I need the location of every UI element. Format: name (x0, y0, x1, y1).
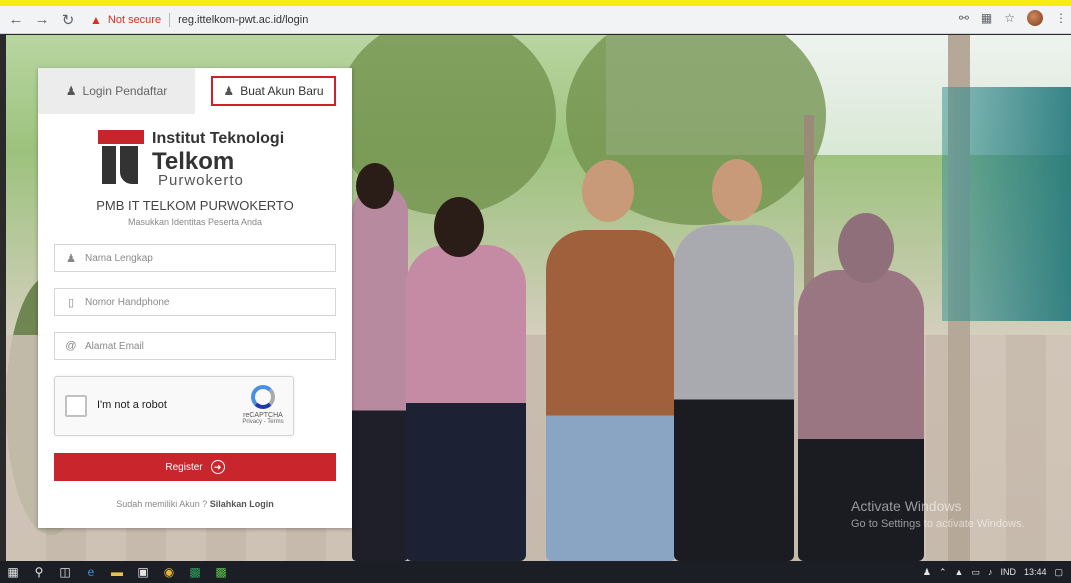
register-button[interactable]: Register ➜ (54, 453, 336, 481)
register-label: Register (165, 461, 203, 473)
activate-windows-watermark: Activate Windows Go to Settings to activ… (851, 497, 1025, 533)
student-head (582, 160, 634, 222)
notification-icon[interactable]: ▢ (1054, 567, 1063, 578)
name-input[interactable] (85, 252, 325, 264)
windows-start-icon[interactable]: ▦ (0, 561, 26, 583)
phone-input[interactable] (85, 296, 325, 308)
key-icon[interactable]: ⚯ (959, 11, 969, 25)
login-link[interactable]: Silahkan Login (210, 499, 274, 509)
browser-toolbar: ← → ↻ ▲ Not secure reg.ittelkom-pwt.ac.i… (0, 6, 1071, 34)
student-figure (352, 185, 408, 561)
recaptcha-widget: I'm not a robot reCAPTCHA Privacy - Term… (54, 376, 294, 436)
auth-tabs: ♟ Login Pendaftar ♟ Buat Akun Baru (38, 68, 352, 114)
profile-avatar[interactable] (1027, 10, 1043, 26)
recaptcha-links[interactable]: Privacy - Terms (235, 419, 291, 425)
app-icon[interactable]: ▩ (208, 561, 234, 583)
login-prompt: Sudah memiliki Akun ? Silahkan Login (38, 499, 352, 509)
store-icon[interactable]: ▣ (130, 561, 156, 583)
file-explorer-icon[interactable]: ▬ (104, 561, 130, 583)
name-field[interactable]: ♟ (54, 244, 336, 272)
recaptcha-branding: reCAPTCHA Privacy - Terms (235, 385, 291, 425)
tab-buat-akun-baru[interactable]: ♟ Buat Akun Baru (195, 68, 352, 114)
menu-icon[interactable]: ⋮ (1055, 11, 1067, 25)
tab-login-label: Login Pendaftar (82, 84, 168, 98)
form-title: PMB IT TELKOM PURWOKERTO (96, 198, 294, 213)
student-head (434, 197, 484, 257)
excel-icon[interactable]: ▩ (182, 561, 208, 583)
arrow-right-circle-icon: ➜ (210, 460, 225, 474)
task-view-icon[interactable]: ◫ (52, 561, 78, 583)
volume-icon[interactable]: ♪ (988, 567, 993, 577)
back-icon[interactable]: ← (6, 10, 26, 30)
chrome-icon[interactable]: ◉ (156, 561, 182, 583)
address-bar[interactable]: ▲ Not secure reg.ittelkom-pwt.ac.id/logi… (90, 9, 308, 31)
teal-accent-panel (942, 87, 1071, 321)
people-icon[interactable]: ♟ (923, 567, 931, 578)
warning-icon: ▲ (90, 12, 102, 27)
system-tray: ♟ ⌃ ▲ ▭ ♪ IND 13:44 ▢ (923, 561, 1063, 583)
student-figure (406, 245, 526, 561)
network-icon[interactable]: ▲ (955, 567, 964, 577)
logo-line1: Institut Teknologi (152, 130, 285, 147)
not-secure-label: Not secure (107, 13, 162, 26)
watermark-line1: Activate Windows (851, 498, 962, 514)
tab-highlight-box: ♟ Buat Akun Baru (211, 76, 336, 106)
language-indicator[interactable]: IND (1000, 567, 1016, 577)
email-field[interactable]: @ (54, 332, 336, 360)
translate-icon[interactable]: ▦ (981, 11, 992, 25)
chevron-up-icon[interactable]: ⌃ (939, 567, 947, 578)
tab-login-pendaftar[interactable]: ♟ Login Pendaftar (38, 68, 195, 114)
user-icon: ♟ (65, 84, 77, 98)
browser-actions: ⚯ ▦ ☆ ⋮ (959, 10, 1067, 26)
address-separator (169, 12, 171, 27)
reload-icon[interactable]: ↻ (58, 10, 78, 30)
recaptcha-icon (251, 385, 275, 409)
forward-icon[interactable]: → (32, 10, 52, 30)
institution-logo: Institut Teknologi Telkom Purwokerto (98, 130, 298, 192)
user-icon: ♟ (66, 252, 76, 265)
registration-card: ♟ Login Pendaftar ♟ Buat Akun Baru Insti… (38, 68, 352, 528)
captcha-label: I'm not a robot (97, 399, 167, 411)
logo-line3: Purwokerto (158, 172, 244, 189)
windows-taskbar: ▦ ⚲ ◫ e ▬ ▣ ◉ ▩ ▩ ♟ ⌃ ▲ ▭ ♪ IND 13:44 ▢ (0, 561, 1071, 583)
student-figure (674, 225, 794, 561)
watermark-line2: Go to Settings to activate Windows. (851, 518, 1025, 530)
student-figure (546, 230, 676, 561)
already-text: Sudah memiliki Akun ? (116, 499, 208, 509)
phone-icon: ▯ (67, 296, 75, 309)
phone-field[interactable]: ▯ (54, 288, 336, 316)
telkom-logo-mark (98, 130, 146, 186)
student-head (712, 159, 762, 221)
email-input[interactable] (85, 340, 325, 352)
student-head (356, 163, 394, 209)
battery-icon[interactable]: ▭ (971, 567, 980, 578)
user-add-icon: ♟ (223, 84, 235, 98)
at-sign-icon: @ (65, 340, 77, 352)
star-icon[interactable]: ☆ (1004, 11, 1015, 25)
recaptcha-brand-text: reCAPTCHA (243, 412, 283, 419)
tab-register-label: Buat Akun Baru (240, 84, 324, 98)
search-icon[interactable]: ⚲ (26, 561, 52, 583)
student-head (838, 213, 894, 283)
form-subtitle: Masukkan Identitas Peserta Anda (127, 217, 263, 227)
edge-browser-icon[interactable]: e (78, 561, 104, 583)
captcha-checkbox[interactable] (65, 395, 87, 417)
clock[interactable]: 13:44 (1024, 567, 1047, 577)
url-text[interactable]: reg.ittelkom-pwt.ac.id/login (178, 14, 308, 26)
